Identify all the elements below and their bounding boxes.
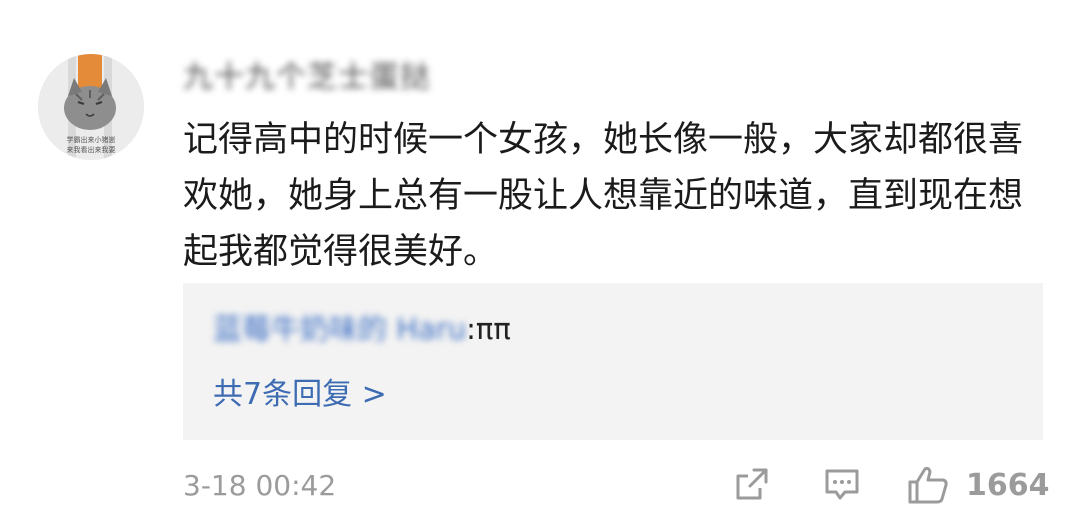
share-button[interactable]: [732, 464, 772, 504]
comment-card: 学霸出来小猪崽 来我看出来我要 九十九个芝士蛋挞 记得高中的时候一个女孩，她长像…: [0, 0, 1080, 512]
avatar-caption-line-1: 学霸出来小猪崽: [67, 135, 116, 144]
like-button[interactable]: [906, 464, 950, 506]
comment-body: 记得高中的时候一个女孩，她长像一般，大家却都很喜欢她，她身上总有一股让人想靠近的…: [183, 120, 1024, 272]
reply-preview-line: 蓝莓牛奶味的 Haru: ππ: [213, 309, 511, 349]
reply-button[interactable]: [822, 464, 862, 504]
reply-preview-box[interactable]: 蓝莓牛奶味的 Haru: ππ 共7条回复 >: [183, 283, 1043, 440]
reply-text: ππ: [475, 312, 511, 346]
username[interactable]: 九十九个芝士蛋挞: [183, 58, 431, 98]
reply-author[interactable]: 蓝莓牛奶味的 Haru: [213, 309, 466, 349]
comment-icon: [825, 469, 859, 500]
comment-timestamp: 3-18 00:42: [183, 469, 337, 502]
view-all-replies-link[interactable]: 共7条回复 >: [213, 375, 387, 415]
cat-avatar-image: 学霸出来小猪崽 来我看出来我要: [38, 54, 144, 160]
thumbs-up-icon: [908, 466, 948, 504]
like-count: 1664: [966, 468, 1050, 503]
avatar-caption-line-2: 来我看出来我要: [67, 145, 116, 154]
avatar[interactable]: 学霸出来小猪崽 来我看出来我要: [38, 54, 144, 160]
share-icon: [736, 468, 768, 500]
reply-colon: :: [466, 312, 476, 346]
